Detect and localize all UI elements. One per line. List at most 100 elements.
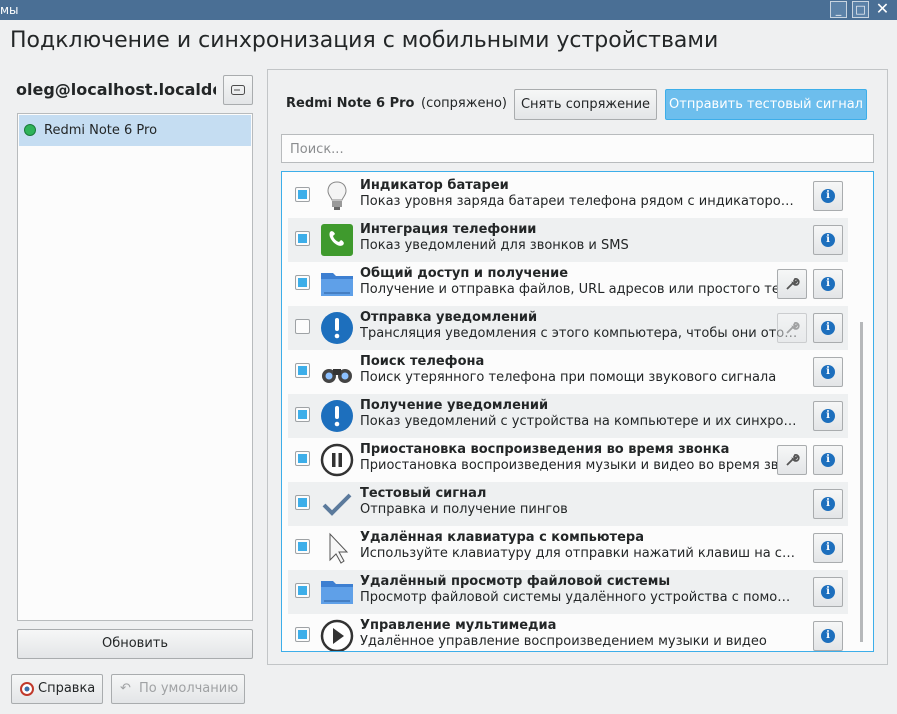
plugin-row: Получение уведомлений Показ уведомлений с…: [288, 394, 848, 438]
plugin-enable-checkbox[interactable]: [295, 363, 310, 378]
defaults-button[interactable]: ↶ По умолчанию: [111, 674, 245, 704]
plugin-configure-button[interactable]: [777, 269, 807, 299]
plugin-row: Индикатор батареи Показ уровня заряда бат…: [288, 174, 848, 218]
plugin-title: Удалённый просмотр файловой системы: [360, 574, 671, 589]
wrench-icon: [786, 278, 800, 290]
plugin-configure-button[interactable]: [777, 445, 807, 475]
plugin-configure-button[interactable]: [777, 313, 807, 343]
info-icon: i: [821, 497, 835, 511]
help-icon: [20, 682, 34, 696]
this-device-name: oleg@localhost.localdomain: [16, 80, 216, 99]
pointer-icon: [320, 531, 354, 565]
plugin-info-button[interactable]: i: [813, 313, 843, 343]
send-ping-button[interactable]: Отправить тестовый сигнал: [665, 89, 867, 120]
phone-icon: [320, 223, 354, 257]
plugin-description: Поиск утерянного телефона при помощи зву…: [360, 370, 777, 385]
wrench-icon: [786, 454, 800, 466]
info-icon: i: [821, 321, 835, 335]
rename-device-button[interactable]: [223, 75, 253, 105]
plugin-row: Общий доступ и получение Получение и отпр…: [288, 262, 848, 306]
maximize-button[interactable]: □: [852, 1, 869, 18]
info-icon: i: [821, 189, 835, 203]
info-icon: i: [821, 541, 835, 555]
paired-device-name: Redmi Note 6 Pro: [286, 96, 415, 111]
info-icon: i: [821, 453, 835, 467]
plugin-description: Приостановка воспроизведения музыки и ви…: [360, 458, 800, 473]
plugin-enable-checkbox[interactable]: [295, 407, 310, 422]
plugin-title: Интеграция телефонии: [360, 222, 537, 237]
plugin-title: Получение уведомлений: [360, 398, 549, 413]
plugin-info-button[interactable]: i: [813, 181, 843, 211]
plugin-title: Общий доступ и получение: [360, 266, 569, 281]
device-connected-icon: [24, 124, 36, 136]
folder-icon: [320, 575, 354, 609]
plugin-description: Трансляция уведомления с этого компьютер…: [360, 326, 800, 341]
plugin-row: Удалённый просмотр файловой системы Просм…: [288, 570, 848, 614]
plugin-search-field[interactable]: [281, 134, 874, 163]
device-list-item[interactable]: Redmi Note 6 Pro: [19, 115, 251, 146]
plugin-description: Просмотр файловой системы удалённого уст…: [360, 590, 800, 605]
notification-icon: [320, 311, 354, 345]
wrench-icon: [786, 322, 800, 334]
plugin-title: Отправка уведомлений: [360, 310, 538, 325]
plugin-row: Отправка уведомлений Трансляция уведомлен…: [288, 306, 848, 350]
close-button[interactable]: ✕: [874, 1, 891, 18]
unpair-button[interactable]: Снять сопряжение: [514, 89, 657, 120]
minimize-button[interactable]: _: [830, 1, 847, 18]
plugin-title: Поиск телефона: [360, 354, 485, 369]
lightbulb-icon: [320, 179, 354, 213]
plugin-list: Индикатор батареи Показ уровня заряда бат…: [281, 171, 874, 652]
plugin-list-scrollbar[interactable]: [860, 322, 863, 642]
info-icon: i: [821, 365, 835, 379]
play-icon: [320, 619, 354, 651]
pause-icon: [320, 443, 354, 477]
plugin-enable-checkbox[interactable]: [295, 451, 310, 466]
plugin-description: Получение и отправка файлов, URL адресов…: [360, 282, 800, 297]
defaults-button-label: По умолчанию: [139, 681, 239, 696]
checkmark-icon: [320, 487, 354, 521]
edit-field-icon: [231, 85, 245, 95]
plugin-info-button[interactable]: i: [813, 621, 843, 651]
help-button-label: Справка: [38, 681, 96, 696]
plugin-info-button[interactable]: i: [813, 225, 843, 255]
plugin-enable-checkbox[interactable]: [295, 275, 310, 290]
plugin-enable-checkbox[interactable]: [295, 187, 310, 202]
plugin-row: Поиск телефона Поиск утерянного телефона …: [288, 350, 848, 394]
plugin-enable-checkbox[interactable]: [295, 627, 310, 642]
plugin-row: Управление мультимедиа Удалённое управлен…: [288, 614, 848, 651]
plugin-title: Управление мультимедиа: [360, 618, 557, 633]
plugin-info-button[interactable]: i: [813, 577, 843, 607]
plugin-enable-checkbox[interactable]: [295, 495, 310, 510]
window-title: мы: [0, 3, 19, 17]
binoculars-icon: [320, 355, 354, 389]
plugin-title: Приостановка воспроизведения во время зв…: [360, 442, 730, 457]
plugin-info-button[interactable]: i: [813, 489, 843, 519]
notification-icon: [320, 399, 354, 433]
plugin-enable-checkbox[interactable]: [295, 539, 310, 554]
plugin-description: Используйте клавиатуру для отправки нажа…: [360, 546, 800, 561]
help-button[interactable]: Справка: [11, 674, 103, 704]
plugin-description: Показ уровня заряда батареи телефона ряд…: [360, 194, 800, 209]
plugin-enable-checkbox[interactable]: [295, 583, 310, 598]
device-list-item-label: Redmi Note 6 Pro: [44, 123, 158, 138]
plugin-title: Тестовый сигнал: [360, 486, 487, 501]
plugin-row: Удалённая клавиатура с компьютера Использ…: [288, 526, 848, 570]
plugin-description: Показ уведомлений для звонков и SMS: [360, 238, 629, 253]
plugin-info-button[interactable]: i: [813, 401, 843, 431]
paired-status: (сопряжено): [421, 96, 507, 111]
plugin-info-button[interactable]: i: [813, 533, 843, 563]
plugin-enable-checkbox[interactable]: [295, 231, 310, 246]
undo-icon: ↶: [120, 681, 131, 696]
plugin-info-button[interactable]: i: [813, 445, 843, 475]
plugin-row: Тестовый сигнал Отправка и получение пинг…: [288, 482, 848, 526]
plugin-description: Удалённое управление воспроизведением му…: [360, 634, 767, 649]
info-icon: i: [821, 409, 835, 423]
plugin-title: Удалённая клавиатура с компьютера: [360, 530, 644, 545]
refresh-button[interactable]: Обновить: [17, 629, 253, 659]
plugin-info-button[interactable]: i: [813, 357, 843, 387]
plugin-title: Индикатор батареи: [360, 178, 509, 193]
plugin-enable-checkbox[interactable]: [295, 319, 310, 334]
plugin-search-input[interactable]: [288, 141, 862, 158]
plugin-info-button[interactable]: i: [813, 269, 843, 299]
info-icon: i: [821, 277, 835, 291]
